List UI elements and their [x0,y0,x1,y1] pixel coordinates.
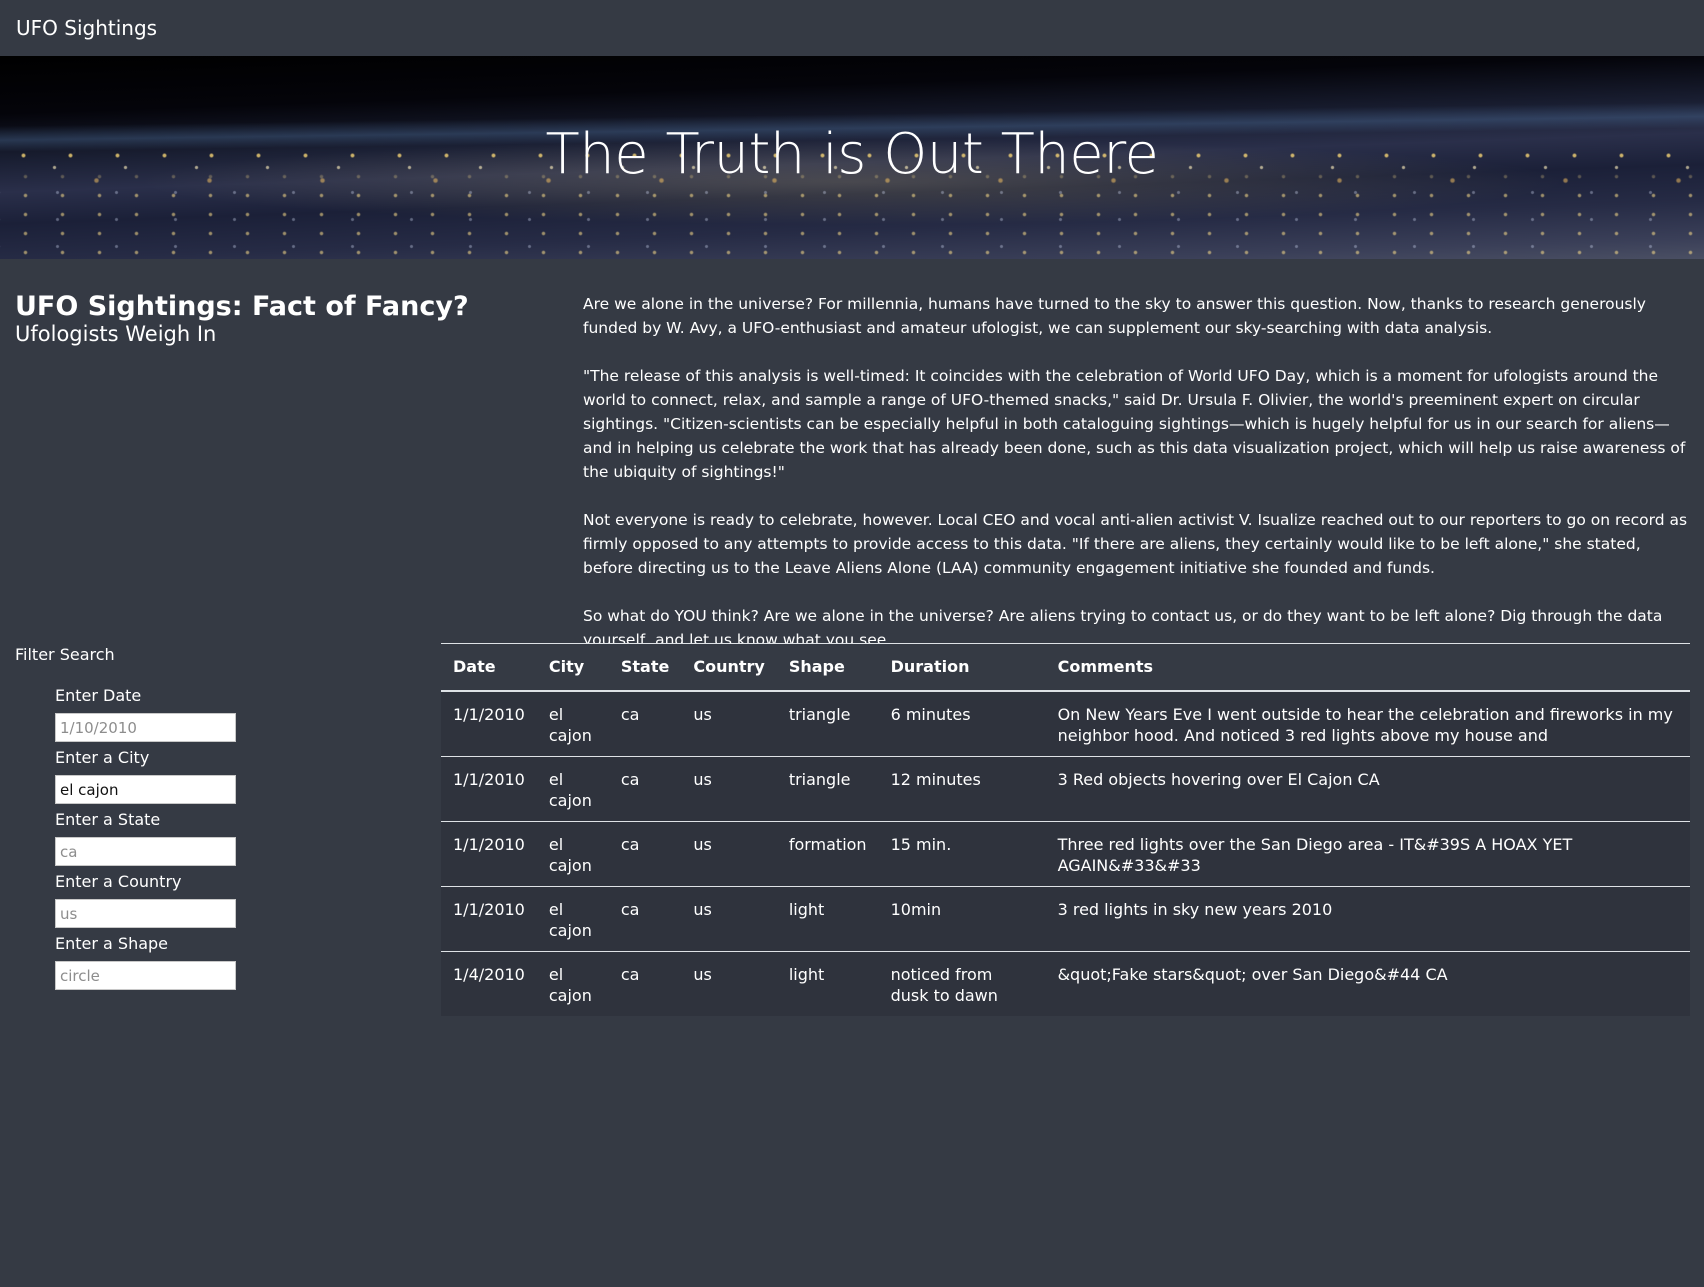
cell-country: us [681,755,777,821]
cell-duration: 6 minutes [878,690,1046,756]
cell-date: 1/1/2010 [441,755,537,821]
article-paragraph: Not everyone is ready to celebrate, howe… [583,511,1688,577]
cell-duration: noticed from dusk to dawn [878,950,1046,1016]
cell-duration: 15 min. [878,820,1046,886]
table-row: 1/1/2010 el cajon ca us formation 15 min… [441,820,1690,886]
cell-city: el cajon [536,755,609,821]
cell-state: ca [608,820,682,886]
cell-comments: 3 red lights in sky new years 2010 [1045,885,1690,951]
shape-filter-label: Enter a Shape [55,934,169,953]
cell-country: us [681,885,777,951]
brand-link[interactable]: UFO Sightings [16,16,157,40]
city-filter-input[interactable] [55,775,236,804]
table-body: 1/1/2010 el cajon ca us triangle 6 minut… [441,690,1690,1016]
table-row: 1/1/2010 el cajon ca us triangle 12 minu… [441,755,1690,821]
cell-comments: &quot;Fake stars&quot; over San Diego&#4… [1045,950,1690,1016]
article: Are we alone in the universe? For millen… [583,292,1688,676]
cell-state: ca [608,950,682,1016]
cell-comments: Three red lights over the San Diego area… [1045,820,1690,886]
table-header-row: Date City State Country Shape Duration C… [441,643,1690,692]
cell-state: ca [608,755,682,821]
cell-shape: light [776,885,879,951]
cell-shape: formation [776,820,879,886]
table-header: Date City State Country Shape Duration C… [441,643,1690,692]
cell-city: el cajon [536,885,609,951]
state-filter-input[interactable] [55,837,236,866]
cell-duration: 10min [878,885,1046,951]
filter-list: Enter Date Enter a City Enter a State En… [55,685,255,995]
date-filter-label: Enter Date [55,686,142,705]
cell-city: el cajon [536,690,609,756]
cell-comments: 3 Red objects hovering over El Cajon CA [1045,755,1690,821]
cell-city: el cajon [536,950,609,1016]
cell-date: 1/1/2010 [441,820,537,886]
table-row: 1/1/2010 el cajon ca us triangle 6 minut… [441,690,1690,756]
column-header-comments: Comments [1045,643,1690,692]
intro-heading: UFO Sightings: Fact of Fancy? Ufologists… [15,291,515,347]
cell-date: 1/4/2010 [441,950,537,1016]
hero-title: The Truth is Out There [545,122,1159,187]
column-header-country: Country [681,643,777,692]
column-header-duration: Duration [878,643,1046,692]
cell-city: el cajon [536,820,609,886]
sightings-table: Date City State Country Shape Duration C… [441,643,1690,1016]
cell-shape: triangle [776,690,879,756]
column-header-state: State [608,643,682,692]
country-filter-input[interactable] [55,899,236,928]
state-filter-label: Enter a State [55,810,161,829]
sightings-table-container: Date City State Country Shape Duration C… [441,643,1690,1016]
filter-item-shape: Enter a Shape [55,933,255,995]
filter-item-state: Enter a State [55,809,255,871]
country-filter-label: Enter a Country [55,872,182,891]
article-paragraph: Are we alone in the universe? For millen… [583,295,1646,337]
table-row: 1/1/2010 el cajon ca us light 10min 3 re… [441,885,1690,951]
cell-country: us [681,950,777,1016]
hero-banner: The Truth is Out There [0,56,1704,259]
column-header-date: Date [441,643,537,692]
intro-heading-main: UFO Sightings: Fact of Fancy? [15,291,469,322]
column-header-city: City [536,643,609,692]
shape-filter-input[interactable] [55,961,236,990]
cell-shape: triangle [776,755,879,821]
cell-duration: 12 minutes [878,755,1046,821]
filter-item-city: Enter a City [55,747,255,809]
article-paragraph: "The release of this analysis is well-ti… [583,367,1686,481]
filter-search-title: Filter Search [15,645,115,664]
date-filter-input[interactable] [55,713,236,742]
cell-country: us [681,820,777,886]
table-row: 1/4/2010 el cajon ca us light noticed fr… [441,950,1690,1016]
cell-shape: light [776,950,879,1016]
cell-date: 1/1/2010 [441,690,537,756]
cell-state: ca [608,690,682,756]
intro-heading-sub: Ufologists Weigh In [15,322,217,346]
filter-item-date: Enter Date [55,685,255,747]
city-filter-label: Enter a City [55,748,150,767]
navbar: UFO Sightings [0,0,1704,56]
cell-country: us [681,690,777,756]
column-header-shape: Shape [776,643,879,692]
cell-date: 1/1/2010 [441,885,537,951]
filter-item-country: Enter a Country [55,871,255,933]
cell-comments: On New Years Eve I went outside to hear … [1045,690,1690,756]
cell-state: ca [608,885,682,951]
